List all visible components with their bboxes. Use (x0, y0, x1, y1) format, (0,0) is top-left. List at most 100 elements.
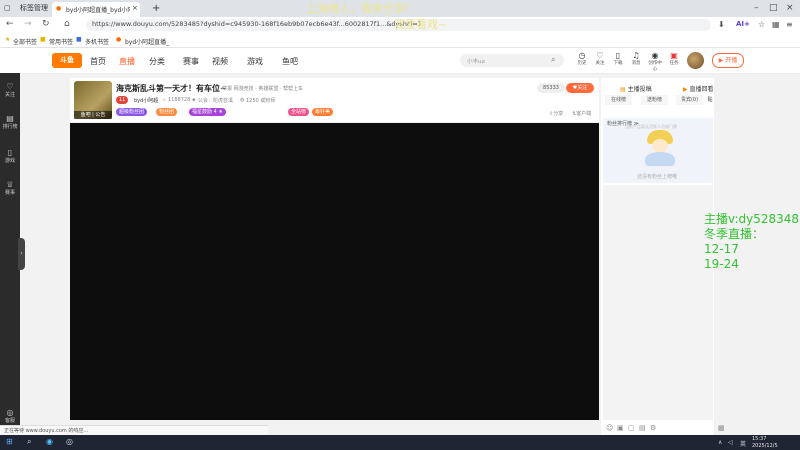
chat-area[interactable] (603, 185, 713, 420)
streamer-post-tab[interactable]: ▤ 主播投稿 (620, 84, 652, 93)
tab-fans-rank[interactable]: 送粉榜 (641, 95, 668, 105)
tab-group-label[interactable]: 标签管理 (20, 2, 48, 15)
new-tab-button[interactable]: + (152, 2, 160, 15)
search-input[interactable]: 小丰ua ⌕ (460, 54, 564, 67)
guild-notice[interactable]: 公会：陀虎芸溪 (198, 97, 233, 104)
bookmark-douyu[interactable]: byd小阿超直播_ (125, 37, 169, 46)
level-badge: 11 (116, 96, 129, 104)
maximize-icon[interactable]: □ (769, 3, 778, 13)
sidebar-item-follow[interactable]: ♡ 关注 (0, 82, 20, 98)
favorites-icon[interactable]: ☆ (758, 20, 765, 29)
streamer-name[interactable]: byd小阿超 (134, 97, 158, 104)
follow-header-button[interactable]: ♡ 关注 (593, 51, 607, 67)
sidebar-item-game[interactable]: ▯ 游戏 (0, 148, 20, 164)
search-placeholder: 小丰ua (467, 59, 485, 65)
badge-best[interactable]: 最好美 (312, 108, 334, 116)
sidebar-item-support[interactable]: ◎ 客服 (0, 408, 20, 424)
tab-online-rank[interactable]: 在线榜 (605, 95, 632, 105)
tab-stickers[interactable]: 贴粉(0) (707, 95, 713, 105)
download-app-button[interactable]: ▯ 下载 (611, 51, 625, 67)
nav-events[interactable]: 赛事 (183, 56, 199, 67)
tab-vip[interactable]: 贵宾(0) (676, 95, 703, 105)
creator-center-button[interactable]: ◉ 创作中心 (647, 51, 663, 73)
follow-button[interactable]: ♥关注 (566, 83, 594, 93)
star-icon: ★ (5, 36, 11, 43)
video-player[interactable] (70, 123, 599, 420)
bag-icon[interactable]: ▢ (628, 424, 635, 432)
history-button[interactable]: ◷ 历史 (575, 51, 589, 67)
badge-super-fans[interactable]: 超级粉丝团 (116, 108, 148, 116)
heart-icon: ♡ (596, 51, 604, 60)
badge-fans-group[interactable]: 粉丝团 (156, 108, 178, 116)
nav-category[interactable]: 分类 (149, 56, 165, 67)
camera-icon: ▶ (718, 57, 724, 64)
overlay-green-line1: 主播v:dy5283485 (704, 212, 800, 226)
card-icon[interactable]: ▤ (639, 424, 646, 432)
bookmark-common[interactable]: 常用书签 (49, 37, 73, 46)
emoji-icon[interactable]: ☺ (606, 424, 613, 432)
sidebar-collapse-handle[interactable]: › (18, 238, 25, 270)
rank-area: 粉丝排行榜 ≫ 当前产品暂无活跃人员周门票 还没有粉丝上榜哦 (603, 118, 713, 183)
overlay-green-line2: 冬季直播： (704, 227, 765, 241)
douyu-bookmark-icon: ● (116, 36, 122, 43)
minimize-icon[interactable]: – (754, 3, 759, 13)
close-window-icon[interactable]: × (786, 3, 794, 13)
nav-game[interactable]: 游戏 (247, 56, 263, 67)
group-icon: ◍ (240, 97, 245, 103)
room-title: 海克斯乱斗第一天才！有车位~ (116, 84, 227, 93)
room-category-meta[interactable]: 举报 网游竞技 · 英雄联盟 · 帮帮上车 (222, 85, 303, 92)
bookmark-multi[interactable]: 多机书签 (85, 37, 109, 46)
share-button[interactable]: ⇪分享 (549, 110, 563, 117)
tab-close-icon[interactable]: × (132, 4, 138, 12)
sidebar-item-events[interactable]: ♕ 赛事 (0, 180, 20, 196)
taskbar-browser-icon[interactable]: ◉ (46, 437, 53, 446)
replay-tab[interactable]: ▶ 直播回看 (683, 84, 714, 93)
followers-extra: 1250 或粉师 (246, 98, 276, 104)
replay-icon: ▶ (683, 86, 688, 93)
tab-title: byd小阿超直播_byd小阿超直 (66, 7, 130, 14)
tab-group-icon[interactable]: ▢ (4, 2, 11, 15)
nav-video[interactable]: 视频 (212, 56, 228, 67)
douyu-logo[interactable]: 斗鱼 (52, 53, 82, 68)
extensions-icon[interactable]: ▦ (772, 20, 780, 29)
cartoon-caption: 还没有粉丝上榜哦 (637, 174, 678, 180)
chat-settings-icon[interactable]: ▦ (718, 424, 725, 432)
avatar-tag[interactable]: 鱼吧 | 公告 (74, 111, 112, 119)
tab-active[interactable]: ● byd小阿超直播_byd小阿超直 × (52, 2, 140, 17)
download-icon[interactable]: ⬇ (718, 20, 725, 29)
input-language[interactable]: 英 (740, 439, 746, 448)
nav-live[interactable]: 直播 (119, 56, 135, 67)
heart-outline-icon: ♡ (6, 82, 14, 91)
reload-icon[interactable]: ↻ (42, 19, 50, 29)
messages-button[interactable]: ♫ 消息 (629, 51, 643, 67)
tasks-button[interactable]: ▣ 任务 (667, 51, 681, 67)
tray-chevron-icon[interactable]: ∧ (718, 439, 722, 446)
client-button[interactable]: ⇅客户端 (572, 110, 591, 117)
badge-lucky-star[interactable]: 福星鼓励 4 ★ (189, 108, 226, 116)
nav-yuba[interactable]: 鱼吧 (282, 56, 298, 67)
home-icon[interactable]: ⌂ (64, 19, 70, 29)
bookmark-all[interactable]: 全部书签 (13, 37, 37, 46)
back-icon[interactable]: ← (6, 19, 14, 29)
bell-icon: ♫ (632, 51, 640, 60)
cartoon-mascot (643, 130, 677, 170)
tray-volume-icon[interactable]: ◁ (728, 439, 733, 446)
badge-site-rank[interactable]: 全站榜 (288, 108, 310, 116)
open-live-button[interactable]: ▶ 开播 (712, 53, 744, 68)
taskbar-search-icon[interactable]: ⌕ (27, 437, 31, 447)
creator-icon: ◉ (651, 51, 659, 60)
forward-icon[interactable]: → (24, 19, 32, 29)
menu-icon[interactable]: ≡ (786, 20, 793, 29)
nav-home[interactable]: 首页 (90, 56, 106, 67)
ai-button[interactable]: AI+ (736, 20, 750, 28)
gift-icon: ▣ (670, 51, 678, 60)
gift-small-icon[interactable]: ▣ (617, 424, 624, 432)
sidebar-item-rank[interactable]: ▤ 排行榜 (0, 114, 20, 130)
setting-small-icon[interactable]: ⚙ (650, 424, 656, 432)
user-avatar[interactable] (687, 52, 704, 69)
rank-icon: ▤ (6, 114, 14, 123)
browser-statusbar: 正在等待 www.douyu.com 的响应... (0, 425, 268, 435)
search-icon[interactable]: ⌕ (551, 55, 555, 65)
windows-start-icon[interactable]: ⊞ (6, 437, 13, 446)
taskbar-app-icon[interactable]: ◎ (66, 437, 73, 446)
